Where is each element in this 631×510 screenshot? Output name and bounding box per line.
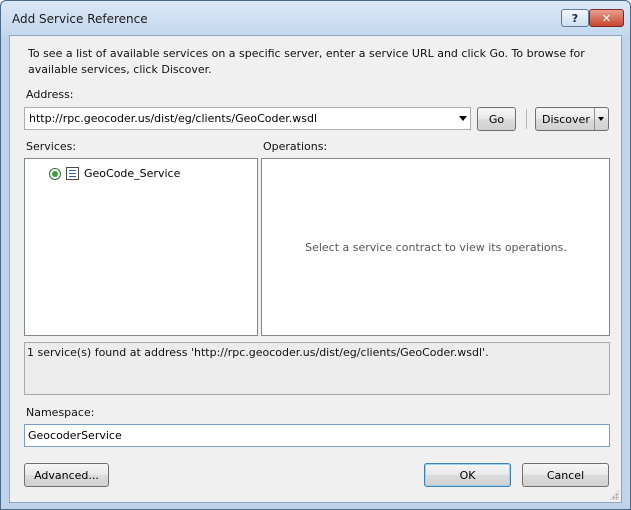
tree-item-geocode-service[interactable]: GeoCode_Service <box>49 167 180 180</box>
namespace-value: GeocoderService <box>28 429 122 442</box>
status-box: 1 service(s) found at address 'http://rp… <box>24 342 610 395</box>
tree-item-label: GeoCode_Service <box>84 167 181 180</box>
help-icon: ? <box>571 11 579 25</box>
go-button-label: Go <box>488 112 505 126</box>
discover-button-label: Discover <box>542 112 590 126</box>
services-label: Services: <box>26 140 77 153</box>
service-icon <box>66 167 79 180</box>
ok-button[interactable]: OK <box>424 463 511 487</box>
address-value: http://rpc.geocoder.us/dist/eg/clients/G… <box>29 112 318 125</box>
operations-placeholder: Select a service contract to view its op… <box>305 241 567 254</box>
operations-label: Operations: <box>263 140 328 153</box>
namespace-label: Namespace: <box>26 406 95 419</box>
close-icon: ✕ <box>601 11 612 25</box>
title-bar[interactable]: Add Service Reference ? ✕ <box>1 1 630 36</box>
resize-grip-icon[interactable] <box>609 490 619 500</box>
cancel-button-label: Cancel <box>546 468 585 482</box>
services-tree[interactable]: GeoCode_Service <box>24 158 258 336</box>
chevron-down-icon <box>598 117 604 121</box>
address-label: Address: <box>26 88 74 101</box>
ok-button-label: OK <box>459 468 476 482</box>
add-service-reference-dialog: Add Service Reference ? ✕ To see a list … <box>0 0 631 510</box>
help-button[interactable]: ? <box>561 9 589 27</box>
window-title: Add Service Reference <box>12 12 148 26</box>
operations-list[interactable]: Select a service contract to view its op… <box>261 158 610 336</box>
discover-dropdown[interactable] <box>594 108 608 130</box>
close-button[interactable]: ✕ <box>589 9 624 27</box>
dropdown-arrow-icon[interactable] <box>459 116 467 121</box>
cancel-button[interactable]: Cancel <box>522 463 609 487</box>
advanced-button-label: Advanced... <box>34 468 99 482</box>
selected-radio-icon <box>49 167 61 180</box>
address-combobox[interactable]: http://rpc.geocoder.us/dist/eg/clients/G… <box>24 107 471 130</box>
go-button[interactable]: Go <box>477 107 516 131</box>
dialog-client-area: To see a list of available services on a… <box>9 35 622 503</box>
discover-split-button[interactable]: Discover <box>535 107 609 131</box>
advanced-button[interactable]: Advanced... <box>24 463 109 487</box>
status-message: 1 service(s) found at address 'http://rp… <box>27 346 489 359</box>
namespace-input[interactable]: GeocoderService <box>24 424 610 447</box>
toolbar-separator <box>526 109 527 129</box>
intro-text: To see a list of available services on a… <box>28 47 585 76</box>
